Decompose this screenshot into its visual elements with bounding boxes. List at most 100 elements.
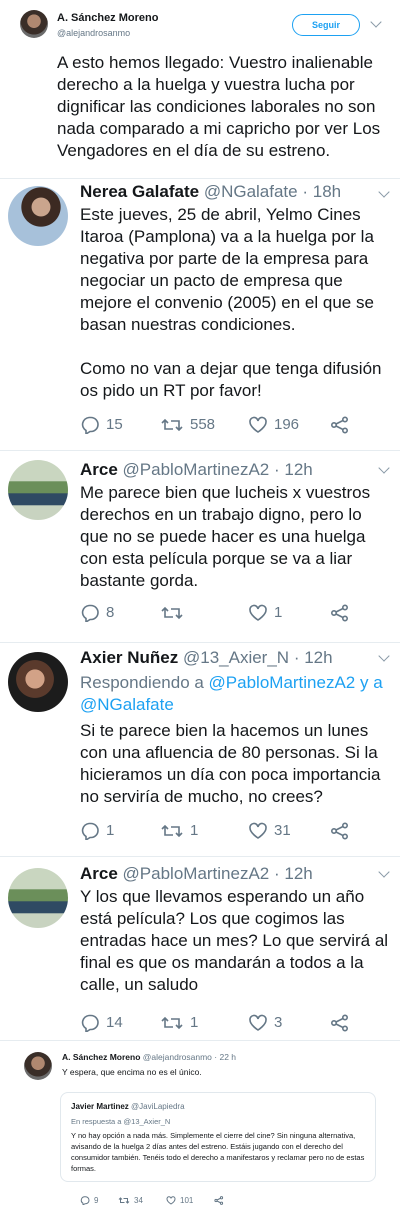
author-handle[interactable]: @PabloMartinezA2 xyxy=(123,460,270,479)
reply-header: Nerea Galafate @NGalafate · 18h xyxy=(80,182,341,202)
original-tweet-text: A esto hemos llegado: Vuestro inalienabl… xyxy=(57,53,381,160)
author-name[interactable]: Arce xyxy=(80,864,118,883)
heart-icon xyxy=(249,822,267,839)
quoted-text: Y no hay opción a nada más. Simplemente … xyxy=(71,1131,365,1173)
like-button[interactable]: 196 xyxy=(248,413,299,437)
avatar[interactable] xyxy=(8,868,68,928)
timestamp[interactable]: · 18h xyxy=(302,182,341,201)
reply-header: Arce @PabloMartinezA2 · 12h xyxy=(80,864,313,884)
timestamp[interactable]: · 12h xyxy=(274,864,313,883)
quoted-replying-to: En respuesta a @13_Axier_N xyxy=(71,1117,171,1126)
share-button[interactable] xyxy=(330,413,350,437)
retweet-button[interactable]: 558 xyxy=(160,413,215,437)
reply-button[interactable]: 14 xyxy=(80,1011,123,1035)
reply-icon xyxy=(81,604,99,624)
action-bar: 14 1 3 xyxy=(80,1011,380,1035)
reply-icon xyxy=(80,1196,90,1207)
chevron-down-icon[interactable] xyxy=(370,16,382,28)
like-count: 3 xyxy=(274,1014,283,1032)
retweet-button[interactable]: 1 xyxy=(160,819,198,843)
avatar[interactable] xyxy=(24,1052,52,1080)
author-name[interactable]: Nerea Galafate xyxy=(80,182,199,201)
action-bar: 8 1 xyxy=(80,601,380,625)
reply-tweet[interactable]: Arce @PabloMartinezA2 · 12h Y los que ll… xyxy=(0,856,400,1040)
timestamp[interactable]: · 12h xyxy=(294,648,333,667)
retweet-count: 34 xyxy=(134,1196,143,1206)
share-button[interactable] xyxy=(330,819,350,843)
timestamp[interactable]: · 22 h xyxy=(214,1052,236,1062)
share-icon xyxy=(330,604,349,622)
like-button[interactable]: 1 xyxy=(248,601,282,625)
author-handle[interactable]: @13_Axier_N xyxy=(183,648,289,667)
share-button[interactable] xyxy=(330,1011,350,1035)
tweet-text: Y los que llevamos esperando un año está… xyxy=(80,887,389,994)
like-button[interactable]: 101 xyxy=(166,1196,193,1205)
embedded-tweet[interactable]: A. Sánchez Moreno @alejandrosanmo · 22 h… xyxy=(0,1040,400,1211)
follow-button[interactable]: Seguir xyxy=(292,14,360,36)
author-name[interactable]: Arce xyxy=(80,460,118,479)
author-handle[interactable]: @NGalafate xyxy=(204,182,298,201)
reply-header: Arce @PabloMartinezA2 · 12h xyxy=(80,460,313,480)
like-count: 1 xyxy=(274,604,283,622)
avatar[interactable] xyxy=(20,10,48,38)
retweet-button[interactable]: 34 xyxy=(118,1196,143,1205)
retweet-icon xyxy=(161,418,183,432)
avatar[interactable] xyxy=(8,460,68,520)
reply-button[interactable]: 15 xyxy=(80,413,123,437)
reply-tweet[interactable]: Nerea Galafate @NGalafate · 18h Este jue… xyxy=(0,178,400,450)
retweet-count: 558 xyxy=(190,416,216,434)
author-handle[interactable]: @alejandrosanmo xyxy=(143,1052,212,1062)
reply-count: 8 xyxy=(106,604,115,622)
heart-icon xyxy=(166,1196,176,1205)
reply-icon xyxy=(81,822,99,842)
like-count: 196 xyxy=(274,416,300,434)
retweet-icon xyxy=(161,1016,183,1030)
share-button[interactable] xyxy=(330,601,350,625)
timestamp[interactable]: · 12h xyxy=(274,460,313,479)
retweet-count: 1 xyxy=(190,822,199,840)
chevron-down-icon[interactable] xyxy=(378,186,390,198)
tweet-text: Si te parece bien la hacemos un lunes co… xyxy=(80,721,381,806)
reply-tweet[interactable]: Axier Nuñez @13_Axier_N · 12h Respondien… xyxy=(0,642,400,856)
reply-button[interactable]: 9 xyxy=(80,1196,99,1207)
retweet-button[interactable]: 1 xyxy=(160,1011,198,1035)
reply-icon xyxy=(81,416,99,436)
like-count: 101 xyxy=(180,1196,194,1206)
chevron-down-icon[interactable] xyxy=(378,650,390,662)
author-handle[interactable]: @PabloMartinezA2 xyxy=(123,864,270,883)
reply-count: 14 xyxy=(106,1014,123,1032)
author-name[interactable]: A. Sánchez Moreno xyxy=(62,1052,140,1062)
avatar[interactable] xyxy=(8,652,68,712)
quoted-author-handle: @JaviLapiedra xyxy=(131,1102,185,1111)
heart-icon xyxy=(249,416,267,433)
reply-header: Axier Nuñez @13_Axier_N · 12h xyxy=(80,648,333,668)
chevron-down-icon[interactable] xyxy=(378,866,390,878)
like-button[interactable]: 31 xyxy=(248,819,291,843)
reply-tweet[interactable]: Arce @PabloMartinezA2 · 12h Me parece bi… xyxy=(0,450,400,642)
action-bar: 1 1 31 xyxy=(80,819,380,843)
quoted-author-name: Javier Martinez xyxy=(71,1102,129,1111)
avatar[interactable] xyxy=(8,186,68,246)
retweet-button[interactable] xyxy=(160,601,190,625)
share-icon xyxy=(330,1014,349,1032)
reply-button[interactable]: 1 xyxy=(80,819,114,843)
author-name[interactable]: Axier Nuñez xyxy=(80,648,178,667)
tweet-text: Este jueves, 25 de abril, Yelmo Cines It… xyxy=(80,205,374,334)
action-bar: 15 558 196 xyxy=(80,413,380,437)
like-button[interactable]: 3 xyxy=(248,1011,282,1035)
author-handle[interactable]: @alejandrosanmo xyxy=(57,28,130,38)
replying-to: Respondiendo a @PabloMartinezA2 y a @NGa… xyxy=(80,672,392,716)
reply-button[interactable]: 8 xyxy=(80,601,114,625)
heart-icon xyxy=(249,1014,267,1031)
original-tweet-header: A. Sánchez Moreno @alejandrosanmo Seguir xyxy=(0,0,400,48)
quoted-header: Javier Martinez @JaviLapiedra xyxy=(71,1102,185,1111)
author-name[interactable]: A. Sánchez Moreno xyxy=(57,12,158,24)
retweet-icon xyxy=(161,606,183,620)
quoted-tweet[interactable]: Javier Martinez @JaviLapiedra En respues… xyxy=(60,1092,376,1182)
reply-count: 9 xyxy=(94,1196,99,1206)
share-button[interactable] xyxy=(214,1196,224,1206)
retweet-icon xyxy=(118,1197,130,1205)
share-icon xyxy=(330,822,349,840)
reply-icon xyxy=(81,1014,99,1034)
chevron-down-icon[interactable] xyxy=(378,462,390,474)
